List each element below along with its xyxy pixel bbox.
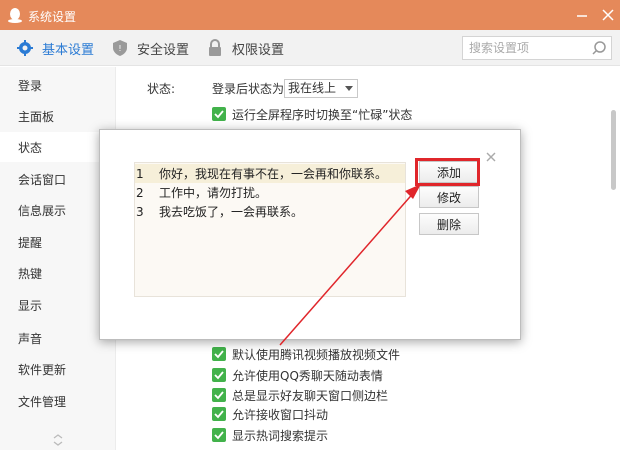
sidebar-item-file-management[interactable]: 文件管理	[18, 391, 66, 411]
checkbox-checked-icon	[212, 428, 226, 442]
sidebar-item-label: 声音	[18, 331, 43, 346]
highlight-box	[415, 158, 480, 186]
tab-label: 权限设置	[232, 42, 285, 58]
checkbox-label: 显示热词搜索提示	[232, 428, 329, 443]
window-title: 系统设置	[28, 10, 77, 24]
tab-label: 安全设置	[137, 42, 190, 58]
auto-reply-list: 1 你好，我现在有事不在，一会再和你联系。 2 工作中，请勿打扰。 3 我去吃饭…	[134, 162, 406, 297]
sidebar-item-label: 信息展示	[18, 203, 67, 218]
gear-icon	[17, 40, 33, 56]
fullscreen-busy-checkbox[interactable]: 运行全屏程序时切换至“忙碌”状态	[212, 106, 412, 122]
sidebar-item-chat-window[interactable]: 会话窗口	[18, 169, 66, 189]
search-icon[interactable]	[591, 40, 607, 56]
delete-button[interactable]: 删除	[419, 213, 479, 235]
checkbox-label: 运行全屏程序时切换至“忙碌”状态	[232, 107, 413, 122]
shield-icon: !	[113, 40, 127, 56]
close-icon[interactable]	[484, 150, 498, 164]
checkbox-hot-search[interactable]: 显示热词搜索提示	[212, 427, 328, 443]
sidebar-item-reminder[interactable]: 提醒	[18, 232, 42, 252]
list-item[interactable]: 2 工作中，请勿打扰。	[135, 183, 405, 202]
sidebar-item-main-panel[interactable]: 主面板	[18, 106, 54, 126]
list-item-number: 3	[136, 204, 144, 219]
checkbox-checked-icon	[212, 388, 226, 402]
list-item[interactable]: 1 你好，我现在有事不在，一会再和你联系。	[135, 164, 405, 183]
checkbox-label: 允许接收窗口抖动	[232, 407, 329, 422]
sidebar-item-login[interactable]: 登录	[18, 75, 42, 95]
checkbox-sidebar[interactable]: 总是显示好友聊天窗口侧边栏	[212, 387, 388, 403]
close-button[interactable]	[598, 5, 618, 25]
sidebar-item-label: 文件管理	[18, 394, 67, 409]
chevron-up-down-icon[interactable]	[52, 433, 64, 447]
minimize-button[interactable]	[572, 5, 592, 25]
scrollbar[interactable]	[611, 110, 616, 190]
search-input[interactable]	[463, 41, 591, 55]
sidebar-item-label: 状态	[18, 140, 43, 155]
checkbox-window-shake[interactable]: 允许接收窗口抖动	[212, 406, 328, 422]
list-item-text: 我去吃饭了，一会再联系。	[159, 205, 304, 219]
sidebar-item-sound[interactable]: 声音	[18, 328, 42, 348]
login-status-value: 我在线上	[288, 81, 337, 95]
tab-basic-settings[interactable]: 基本设置	[16, 30, 94, 66]
sidebar-item-software-update[interactable]: 软件更新	[18, 359, 66, 379]
svg-text:!: !	[118, 44, 121, 53]
sidebar-item-hotkeys[interactable]: 热键	[18, 263, 42, 283]
minimize-icon	[577, 15, 587, 17]
list-item-text: 你好，我现在有事不在，一会再和你联系。	[159, 167, 388, 181]
checkbox-checked-icon	[212, 107, 226, 121]
checkbox-tencent-video[interactable]: 默认使用腾讯视频播放视频文件	[212, 346, 400, 362]
checkbox-checked-icon	[212, 347, 226, 361]
top-nav: 基本设置 ! 安全设置 权限设置	[0, 30, 620, 66]
sidebar-item-label: 会话窗口	[18, 172, 67, 187]
sidebar-item-label: 热键	[18, 266, 43, 281]
chevron-down-icon	[345, 86, 353, 91]
sidebar-item-label: 软件更新	[18, 362, 67, 377]
tab-label: 基本设置	[42, 42, 95, 58]
list-item[interactable]: 3 我去吃饭了，一会再联系。	[135, 202, 405, 221]
login-status-select[interactable]: 我在线上	[284, 79, 358, 98]
sidebar-item-label: 提醒	[18, 235, 43, 250]
checkbox-label: 总是显示好友聊天窗口侧边栏	[232, 388, 389, 403]
list-item-number: 2	[136, 185, 144, 200]
sidebar-item-label: 登录	[18, 78, 43, 93]
checkbox-label: 允许使用QQ秀聊天随动表情	[232, 368, 383, 383]
sidebar-item-label: 主面板	[18, 109, 55, 124]
login-status-label: 登录后状态为:	[212, 82, 289, 96]
edit-button[interactable]: 修改	[419, 186, 479, 208]
checkbox-checked-icon	[212, 368, 226, 382]
qq-penguin-icon	[8, 8, 22, 23]
sidebar-item-label: 显示	[18, 298, 43, 313]
checkbox-qq-show[interactable]: 允许使用QQ秀聊天随动表情	[212, 367, 383, 383]
checkbox-label: 默认使用腾讯视频播放视频文件	[232, 347, 401, 362]
sidebar-item-display[interactable]: 显示	[18, 295, 42, 315]
tab-security-settings[interactable]: ! 安全设置	[111, 30, 189, 66]
tab-permission-settings[interactable]: 权限设置	[206, 30, 284, 66]
list-item-number: 1	[136, 166, 144, 181]
list-item-text: 工作中，请勿打扰。	[159, 186, 268, 200]
checkbox-checked-icon	[212, 407, 226, 421]
close-icon	[602, 9, 614, 21]
title-bar: 系统设置	[0, 0, 620, 30]
sidebar-item-info-display[interactable]: 信息展示	[18, 200, 66, 220]
status-label: 状态:	[147, 82, 176, 96]
search-box[interactable]	[462, 36, 612, 60]
lock-icon	[209, 39, 221, 56]
